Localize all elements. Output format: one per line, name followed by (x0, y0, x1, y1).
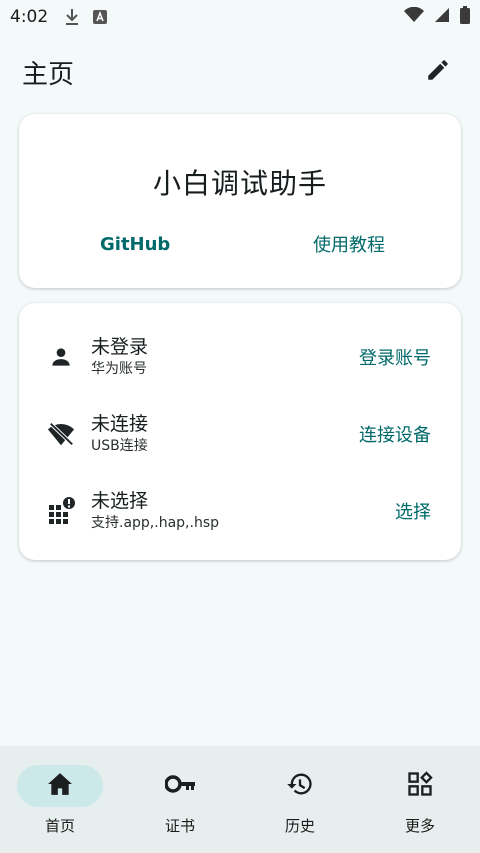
home-icon (47, 772, 73, 800)
edit-button[interactable] (418, 52, 458, 92)
nav-more-label: 更多 (404, 817, 435, 835)
tutorial-link[interactable]: 使用教程 (313, 232, 385, 256)
connect-subtitle: USB连接 (91, 438, 148, 454)
connect-status: 未连接 (91, 413, 149, 435)
select-text: 未选择 支持.app,.hap,.hsp (91, 489, 219, 533)
pencil-icon (425, 57, 451, 87)
select-status: 未选择 (91, 490, 149, 512)
login-text: 未登录 华为账号 (91, 335, 148, 379)
battery-icon (460, 5, 470, 29)
signal-icon (434, 7, 450, 28)
login-button[interactable]: 登录账号 (359, 344, 431, 370)
nav-history-label: 历史 (284, 817, 315, 835)
font-app-icon (92, 9, 108, 25)
app-info-card: 小白调试助手 GitHub 使用教程 (19, 114, 461, 288)
select-subtitle: 支持.app,.hap,.hsp (91, 515, 219, 531)
github-link[interactable]: GitHub (100, 232, 170, 256)
nav-certificates[interactable]: 证书 (120, 746, 240, 853)
status-bar: 4:02 (0, 0, 480, 34)
apps-alert-icon (47, 497, 75, 525)
nav-home[interactable]: 首页 (0, 746, 120, 853)
status-card: 未登录 华为账号 登录账号 未连接 USB连接 连接设备 未选择 支持.app,… (19, 303, 461, 560)
person-icon (47, 343, 75, 371)
app-bar: 主页 (0, 44, 480, 100)
bottom-navigation: 首页 证书 历史 更多 (0, 746, 480, 853)
login-status: 未登录 (91, 336, 149, 358)
nav-history[interactable]: 历史 (240, 746, 360, 853)
select-file-button[interactable]: 选择 (395, 498, 431, 524)
page-title: 主页 (22, 59, 75, 90)
select-row: 未选择 支持.app,.hap,.hsp 选择 (19, 482, 461, 540)
wifi-off-icon (47, 420, 75, 448)
wifi-icon (404, 6, 424, 28)
login-subtitle: 华为账号 (91, 361, 147, 377)
login-row: 未登录 华为账号 登录账号 (19, 328, 461, 386)
connect-row: 未连接 USB连接 连接设备 (19, 405, 461, 463)
nav-more[interactable]: 更多 (360, 746, 480, 853)
download-icon (64, 8, 80, 26)
connect-text: 未连接 USB连接 (91, 412, 148, 456)
nav-more-indicator (377, 765, 463, 807)
widgets-icon (406, 770, 434, 802)
connect-device-button[interactable]: 连接设备 (359, 421, 431, 447)
app-name: 小白调试助手 (152, 167, 327, 200)
nav-certificates-label: 证书 (164, 817, 195, 835)
status-time: 4:02 (10, 7, 49, 27)
nav-history-indicator (257, 765, 343, 807)
nav-certificates-indicator (137, 765, 223, 807)
nav-home-indicator (17, 765, 103, 807)
history-icon (286, 770, 314, 802)
nav-home-label: 首页 (44, 817, 75, 835)
key-icon (164, 775, 195, 797)
